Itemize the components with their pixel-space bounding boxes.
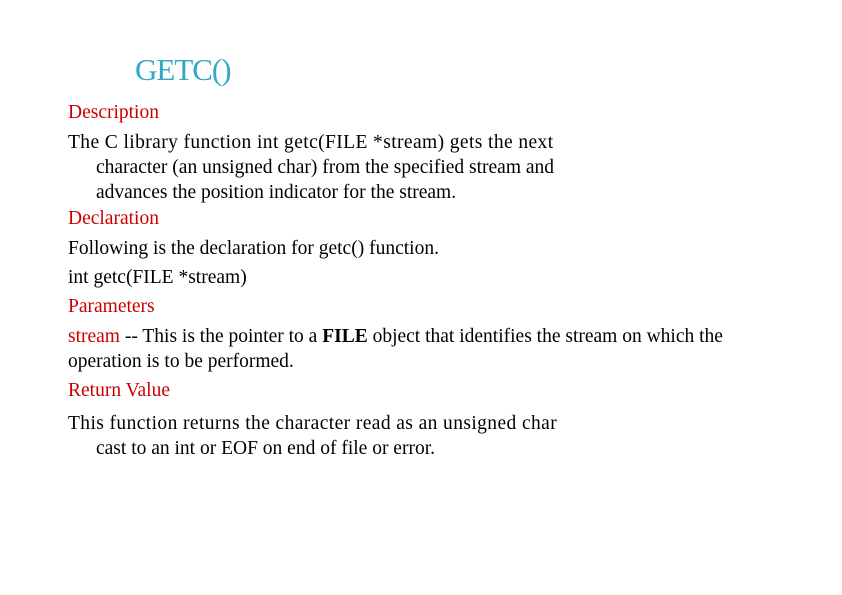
- description-line-2: character (an unsigned char) from the sp…: [96, 157, 555, 178]
- return-value-paragraph: This function returns the character read…: [68, 411, 728, 461]
- description-heading: Description: [68, 102, 159, 123]
- declaration-text: Following is the declaration for getc() …: [68, 238, 439, 259]
- description-paragraph: The C library function int getc(FILE *st…: [68, 130, 728, 205]
- declaration-code: int getc(FILE *stream): [68, 267, 247, 288]
- parameter-name: stream: [68, 326, 120, 347]
- return-line-2: cast to an int or EOF on end of file or …: [96, 438, 435, 459]
- declaration-heading: Declaration: [68, 208, 159, 229]
- return-line-1: This function returns the character read…: [68, 413, 558, 434]
- slide-body: Description The C library function int g…: [68, 100, 728, 462]
- slide: GETC() Description The C library functio…: [0, 0, 842, 595]
- parameter-desc-bold: FILE: [322, 326, 368, 347]
- parameters-heading: Parameters: [68, 296, 155, 317]
- description-line-3: advances the position indicator for the …: [96, 182, 457, 203]
- return-value-heading: Return Value: [68, 380, 170, 401]
- parameter-entry: stream -- This is the pointer to a FILE …: [68, 324, 728, 374]
- description-line-1: The C library function int getc(FILE *st…: [68, 132, 554, 153]
- parameter-desc-part1: -- This is the pointer to a: [119, 326, 323, 347]
- page-title: GETC(): [135, 52, 232, 87]
- parameter-desc-part2: object that identifies the: [367, 326, 561, 347]
